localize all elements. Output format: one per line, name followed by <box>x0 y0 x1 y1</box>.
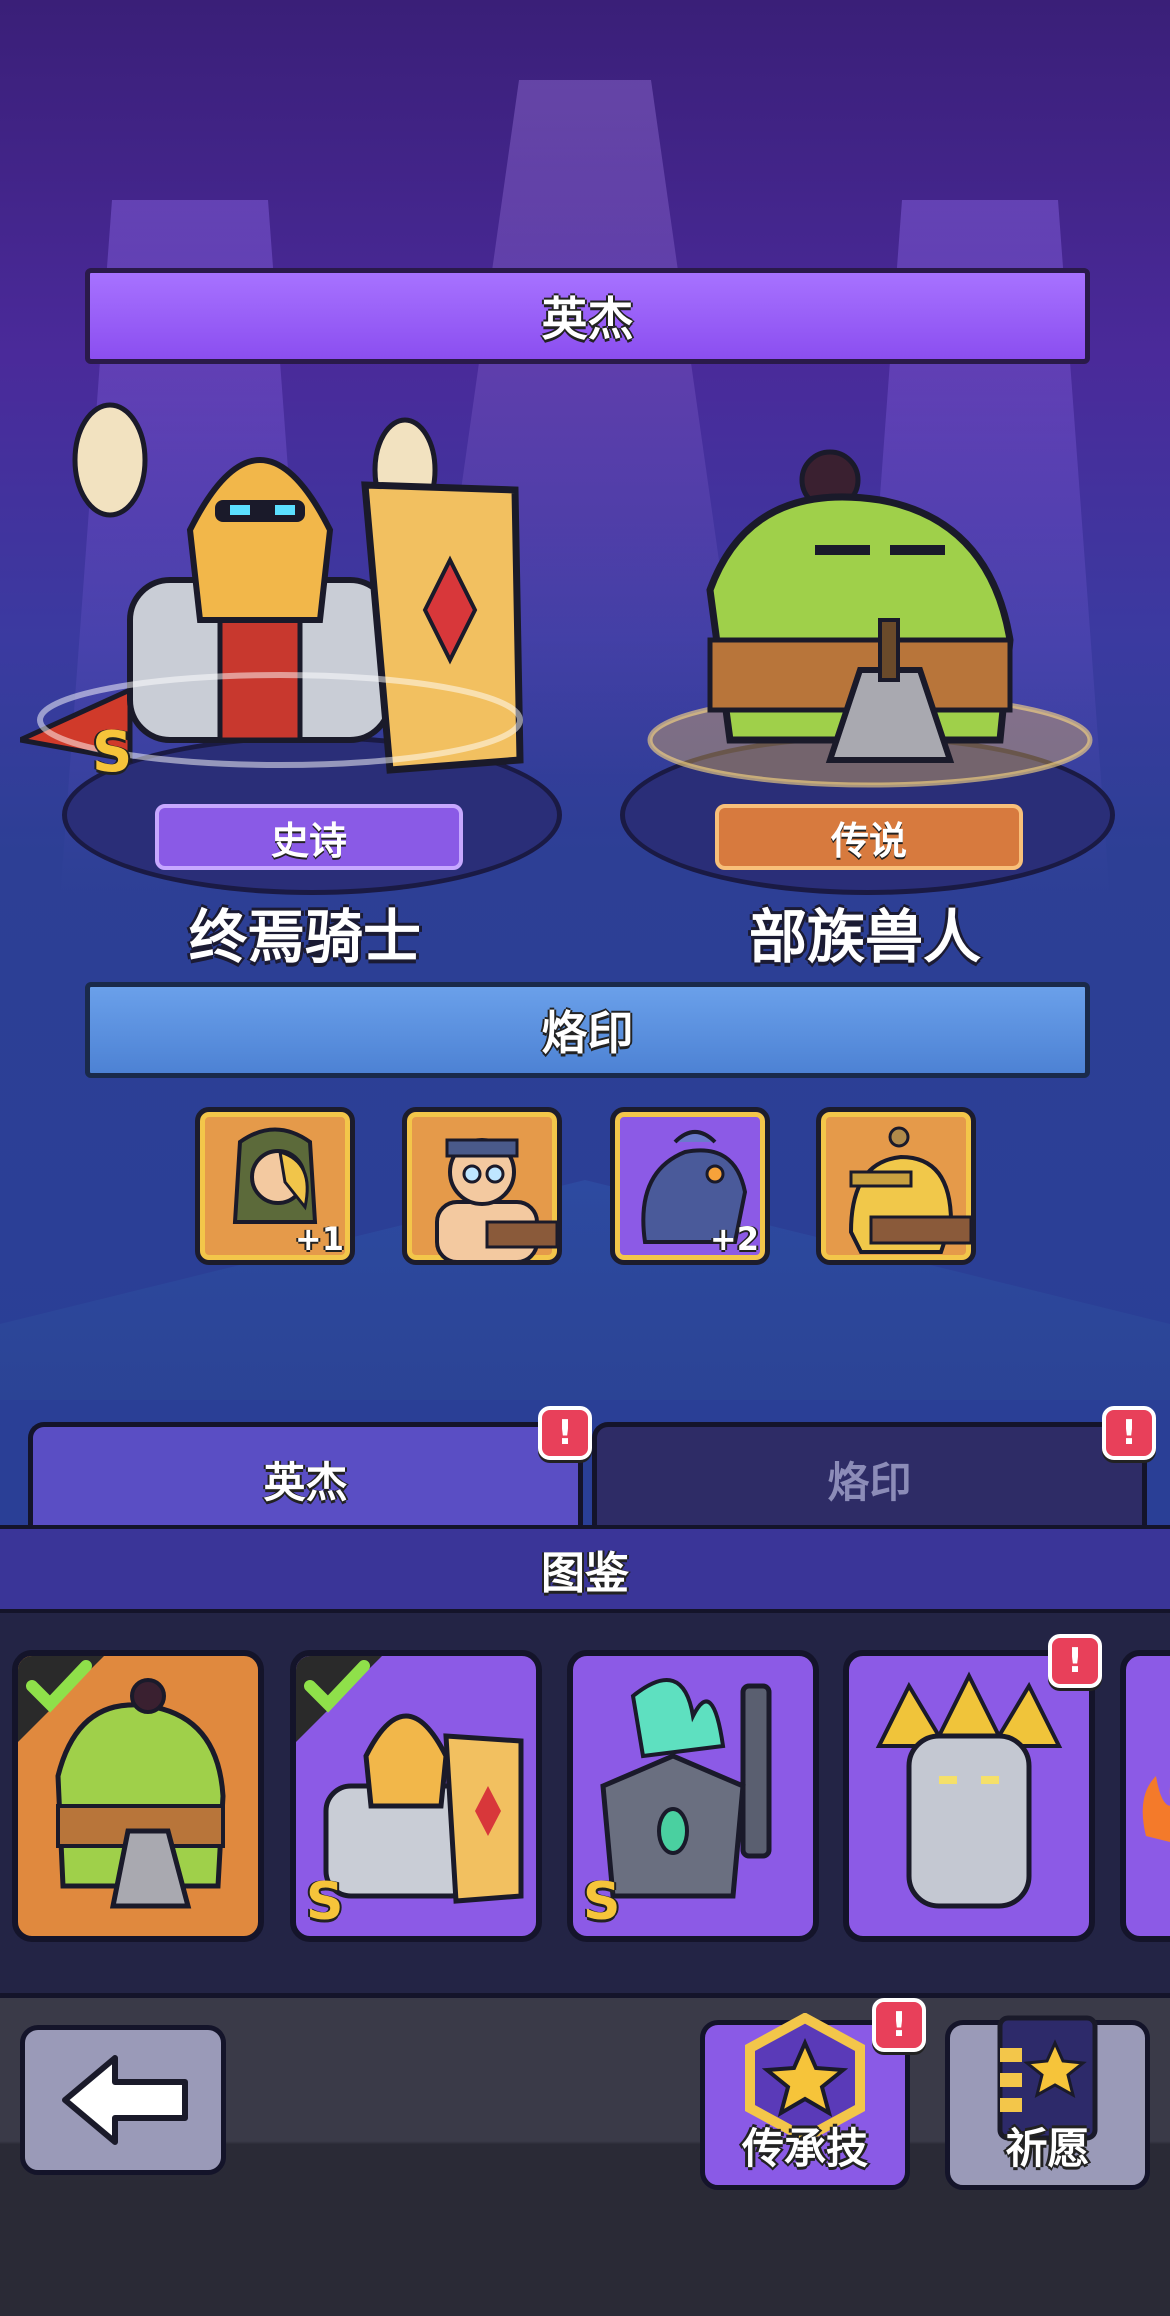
brands-banner: 烙印 <box>85 982 1090 1078</box>
duck-warrior-icon <box>848 1126 971 1254</box>
checkmark-icon <box>304 1660 370 1713</box>
brand-slot-4[interactable] <box>816 1107 976 1265</box>
heroes-banner-title: 英杰 <box>541 292 634 346</box>
codex-header: 图鉴 <box>0 1525 1170 1613</box>
wish-button[interactable]: 祈愿 <box>945 2015 1150 2190</box>
bearded-brawler-icon <box>435 1138 557 1260</box>
tab-heroes-alert-icon: ! <box>538 1406 592 1460</box>
brands-banner-title: 烙印 <box>541 1006 634 1060</box>
wish-label: 祈愿 <box>1005 2124 1090 2173</box>
card-grade: S <box>583 1872 621 1932</box>
back-arrow-icon <box>62 2055 188 2145</box>
codex-card-doom-knight[interactable]: S <box>290 1650 542 1942</box>
tab-brands-alert-icon: ! <box>1102 1406 1156 1460</box>
hero-name-right: 部族兽人 <box>748 903 981 971</box>
brand-slot-3[interactable]: +2 <box>610 1107 770 1265</box>
checkmark-icon <box>26 1660 92 1713</box>
hero-name-left: 终焉骑士 <box>188 903 421 971</box>
hero-showcase: 英杰 S 史诗 终焉骑士 传说 部族兽人 烙印 +1 +2 <box>0 0 1170 1420</box>
tab-heroes-label: 英杰 <box>263 1458 348 1507</box>
codex-card-alert-icon: ! <box>1048 1634 1102 1688</box>
tab-heroes[interactable]: 英杰 <box>28 1422 583 1532</box>
hero-grade-badge: S <box>92 720 133 785</box>
codex-card-partial[interactable] <box>1120 1650 1170 1942</box>
brand-bonus: +1 <box>294 1220 344 1258</box>
codex-title: 图鉴 <box>541 1548 629 1599</box>
tab-brands[interactable]: 烙印 <box>592 1422 1147 1532</box>
rarity-badge-epic: 史诗 <box>155 804 463 870</box>
codex-card-stone-golem[interactable] <box>843 1650 1095 1942</box>
brand-slot-1[interactable]: +1 <box>195 1107 355 1265</box>
tab-brands-label: 烙印 <box>827 1458 912 1507</box>
legacy-skill-label: 传承技 <box>741 2124 868 2173</box>
back-button[interactable] <box>20 2025 226 2175</box>
brand-bonus: +2 <box>709 1220 759 1258</box>
heroes-banner: 英杰 <box>85 268 1090 364</box>
codex-card-ghost-knight[interactable]: S <box>567 1650 819 1942</box>
fire-icon <box>1142 1776 1170 1842</box>
stone-golem-icon <box>875 1671 1063 1909</box>
rarity-badge-legendary: 传说 <box>715 804 1023 870</box>
tribal-orc-portrait[interactable] <box>630 440 1110 810</box>
card-grade: S <box>306 1872 344 1932</box>
brand-slot-2[interactable] <box>402 1107 562 1265</box>
codex-card-tribal-orc[interactable] <box>12 1650 264 1942</box>
legacy-skill-alert-icon: ! <box>872 1998 926 2052</box>
